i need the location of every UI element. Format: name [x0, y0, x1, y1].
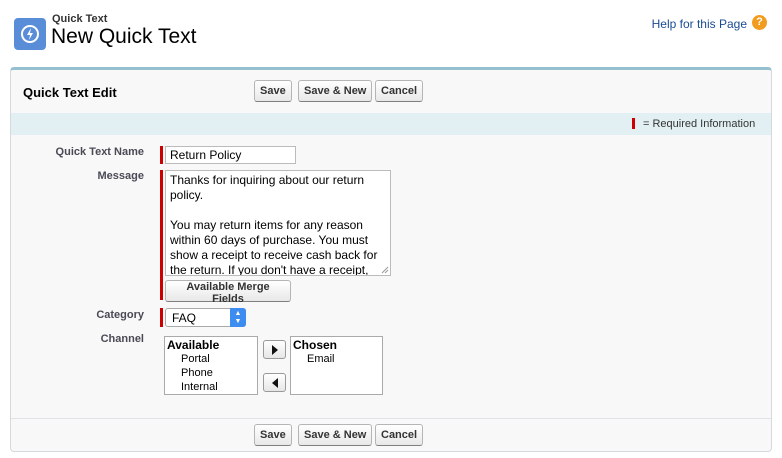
required-info-bar: = Required Information	[11, 113, 771, 135]
object-type-label: Quick Text	[52, 13, 108, 25]
required-info-text: = Required Information	[643, 118, 756, 130]
quick-text-bolt-icon	[14, 18, 46, 50]
quick-text-name-label: Quick Text Name	[55, 146, 144, 158]
save-button-bottom[interactable]: Save	[254, 424, 292, 446]
available-channels-list[interactable]: Available Portal Phone Internal	[164, 336, 258, 395]
list-item[interactable]: Portal	[167, 352, 255, 366]
name-required-indicator	[160, 146, 163, 164]
category-required-indicator	[160, 308, 163, 327]
save-button-top[interactable]: Save	[254, 80, 292, 102]
page-title: New Quick Text	[51, 25, 197, 48]
category-select[interactable]: FAQ ▲ ▼	[165, 308, 246, 327]
save-new-button-bottom[interactable]: Save & New	[298, 424, 373, 446]
chosen-channels-list[interactable]: Chosen Email	[290, 336, 383, 395]
footer-divider	[11, 418, 771, 419]
chevron-up-down-icon: ▲ ▼	[230, 308, 246, 327]
arrow-left-icon	[271, 377, 278, 388]
add-channel-button[interactable]	[263, 340, 286, 359]
quick-text-edit-panel: Quick Text Edit Save Save & New Cancel =…	[10, 67, 772, 452]
help-link[interactable]: Help for this Page	[652, 17, 747, 31]
message-paragraph: Thanks for inquiring about our return po…	[170, 173, 365, 202]
remove-channel-button[interactable]	[263, 373, 286, 392]
panel-header: Quick Text Edit Save Save & New Cancel	[11, 70, 771, 113]
available-merge-fields-button[interactable]: Available Merge Fields	[165, 280, 291, 305]
section-title: Quick Text Edit	[23, 85, 117, 100]
list-item[interactable]: Internal	[167, 380, 255, 394]
resize-grip-icon[interactable]	[381, 266, 389, 274]
chosen-list-header: Chosen	[293, 338, 338, 352]
cancel-button-top[interactable]: Cancel	[375, 80, 424, 102]
save-new-button-top[interactable]: Save & New	[298, 80, 373, 102]
message-label: Message	[97, 170, 144, 182]
message-paragraph: You may return items for any reason with…	[170, 218, 378, 276]
arrow-right-icon	[271, 344, 278, 355]
available-list-header: Available	[167, 338, 220, 352]
required-marker	[632, 118, 635, 129]
list-item[interactable]: Email	[293, 352, 380, 366]
message-textarea[interactable]: Thanks for inquiring about our return po…	[165, 170, 391, 276]
category-label: Category	[96, 309, 144, 321]
category-selected-value: FAQ	[172, 311, 197, 325]
help-icon[interactable]: ?	[752, 15, 767, 30]
quick-text-name-input[interactable]: Return Policy	[165, 146, 296, 164]
list-item[interactable]: Phone	[167, 366, 255, 380]
channel-label: Channel	[100, 333, 144, 345]
cancel-button-bottom[interactable]: Cancel	[375, 424, 424, 446]
message-required-indicator	[160, 170, 163, 300]
